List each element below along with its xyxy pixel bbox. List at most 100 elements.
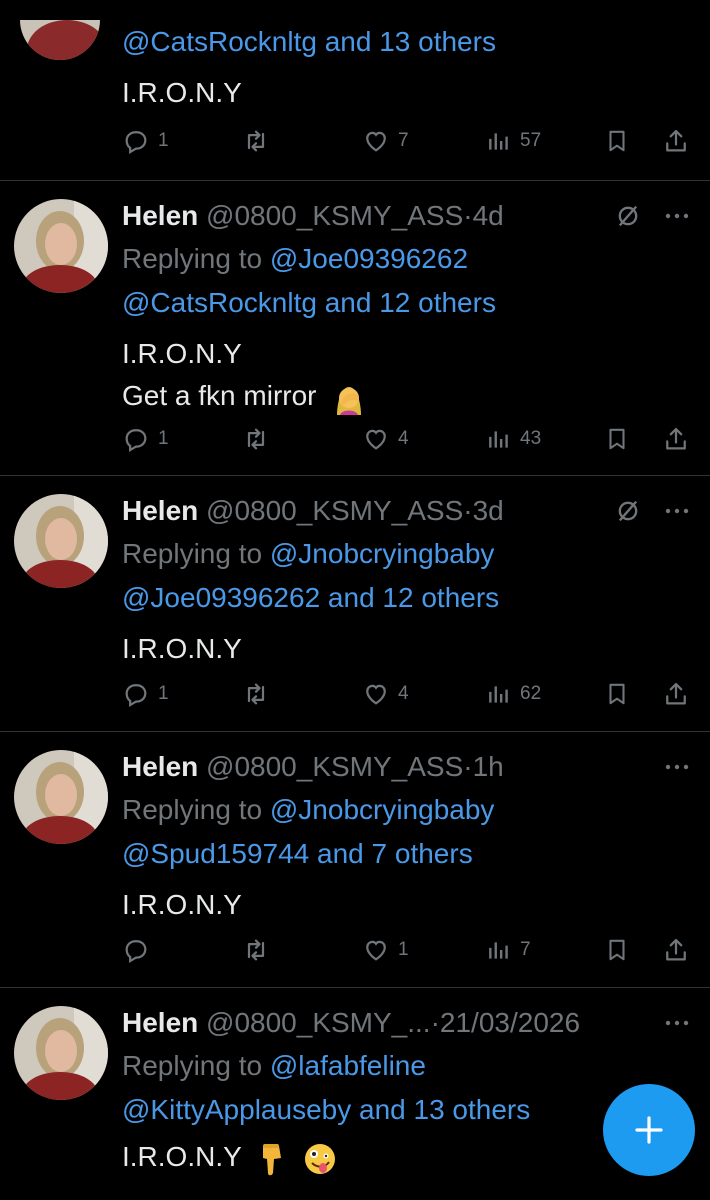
like-icon [366, 940, 386, 961]
like-count: 4 [398, 683, 409, 704]
grok-icon[interactable] [614, 497, 642, 525]
display-name[interactable]: Helen [122, 495, 198, 526]
avatar[interactable] [14, 494, 108, 588]
repost-button[interactable] [242, 674, 270, 714]
tweet-header: Helen @0800_KSMY_ASS·3d [122, 490, 690, 532]
share-button[interactable] [662, 930, 690, 970]
more-icon[interactable] [664, 212, 690, 220]
avatar[interactable] [14, 1006, 108, 1100]
tweet-text: I.R.O.N.Y [122, 77, 242, 108]
bookmark-button[interactable] [604, 419, 630, 459]
tweet-text: Get a fkn mirror [122, 380, 317, 411]
mention-link[interactable]: @CatsRocknltg [122, 287, 317, 318]
like-button[interactable]: 4 [362, 674, 409, 714]
avatar[interactable] [14, 199, 108, 293]
reply-count: 1 [158, 428, 169, 449]
bookmark-button[interactable] [604, 674, 630, 714]
reply-button[interactable]: 1 [122, 674, 169, 714]
display-name[interactable]: Helen [122, 200, 198, 231]
like-button[interactable]: 4 [362, 419, 409, 459]
others-link[interactable]: and 7 others [309, 838, 473, 869]
tweet-text: I.R.O.N.Y [122, 338, 242, 369]
views-button[interactable]: 62 [486, 674, 541, 714]
views-count: 57 [520, 130, 542, 151]
repost-button[interactable] [242, 930, 270, 970]
views-icon [489, 942, 508, 959]
others-link[interactable]: and 12 others [317, 287, 496, 318]
others-link[interactable]: and 12 others [320, 582, 499, 613]
mention-link[interactable]: @Joe09396262 [270, 243, 468, 274]
repost-button[interactable] [242, 121, 270, 161]
mention-link[interactable]: @KittyApplauseby [122, 1094, 351, 1125]
tweet[interactable]: @CatsRocknltg and 13 others I.R.O.N.Y 1 … [0, 0, 710, 180]
like-icon [366, 684, 386, 705]
reply-context: @CatsRocknltg and 12 others [122, 281, 690, 325]
mention-link[interactable]: @Jnobcryingbaby [270, 538, 495, 569]
tweet[interactable]: Helen @0800_KSMY_...·21/03/2026 Replying… [0, 987, 710, 1200]
mention-link[interactable]: @Joe09396262 [122, 582, 320, 613]
reply-context: Replying to @Jnobcryingbaby [122, 532, 690, 576]
user-handle[interactable]: @0800_KSMY_ASS [206, 495, 463, 526]
action-bar: 1 4 62 [122, 674, 692, 714]
share-icon [666, 129, 686, 152]
views-count: 43 [520, 428, 542, 449]
avatar[interactable] [20, 20, 100, 60]
views-button[interactable]: 57 [486, 121, 541, 161]
like-button[interactable]: 7 [362, 121, 409, 161]
reply-context: @CatsRocknltg and 13 others [122, 20, 690, 64]
like-count: 1 [398, 939, 409, 960]
views-icon [489, 431, 508, 448]
bookmark-button[interactable] [604, 121, 630, 161]
timestamp[interactable]: ·3d [463, 495, 503, 526]
tweet-header: Helen @0800_KSMY_...·21/03/2026 [122, 1002, 690, 1044]
more-icon[interactable] [664, 1019, 690, 1027]
tweet[interactable]: Helen @0800_KSMY_ASS·3d Replying to @Jno… [0, 475, 710, 731]
views-button[interactable]: 7 [486, 930, 531, 970]
share-button[interactable] [662, 674, 690, 714]
more-icon[interactable] [664, 507, 690, 515]
user-handle[interactable]: @0800_KSMY_... [206, 1007, 431, 1038]
mention-link[interactable]: @Jnobcryingbaby [270, 794, 495, 825]
like-icon [366, 131, 386, 152]
zany-face-emoji [304, 1143, 335, 1174]
reply-button[interactable] [122, 930, 158, 970]
reply-context: Replying to @Jnobcryingbaby [122, 788, 690, 832]
bookmark-button[interactable] [604, 930, 630, 970]
user-handle[interactable]: @0800_KSMY_ASS [206, 200, 463, 231]
tweet-text: I.R.O.N.Y [122, 633, 242, 664]
display-name[interactable]: Helen [122, 751, 198, 782]
reply-button[interactable]: 1 [122, 121, 169, 161]
bookmark-icon [609, 130, 625, 152]
tweet[interactable]: Helen @0800_KSMY_ASS·4d Replying to @Joe… [0, 180, 710, 475]
mention-link[interactable]: @lafabfeline [270, 1050, 426, 1081]
share-button[interactable] [662, 419, 690, 459]
action-bar: 1 4 43 [122, 419, 692, 459]
repost-icon [247, 428, 265, 450]
share-button[interactable] [662, 121, 690, 161]
user-handle[interactable]: @0800_KSMY_ASS [206, 751, 463, 782]
like-count: 4 [398, 428, 409, 449]
compose-plus-icon [635, 1116, 663, 1144]
timestamp[interactable]: ·1h [463, 751, 503, 782]
like-count: 7 [398, 130, 409, 151]
reply-count: 1 [158, 683, 169, 704]
timestamp[interactable]: ·21/03/2026 [431, 1007, 580, 1038]
mention-link[interactable]: @Spud159744 [122, 838, 309, 869]
compose-button[interactable] [603, 1084, 695, 1176]
views-button[interactable]: 43 [486, 419, 541, 459]
more-icon[interactable] [664, 763, 690, 771]
repost-button[interactable] [242, 419, 270, 459]
others-link[interactable]: and 13 others [351, 1094, 530, 1125]
reply-icon [125, 684, 147, 708]
avatar[interactable] [14, 750, 108, 844]
display-name[interactable]: Helen [122, 1007, 198, 1038]
tweet[interactable]: Helen @0800_KSMY_ASS·1h Replying to @Jno… [0, 731, 710, 987]
reply-button[interactable]: 1 [122, 419, 169, 459]
mention-link[interactable]: @CatsRocknltg and 13 others [122, 26, 496, 57]
views-count: 62 [520, 683, 542, 704]
grok-icon[interactable] [614, 202, 642, 230]
timestamp[interactable]: ·4d [463, 200, 503, 231]
tweet-header: Helen @0800_KSMY_ASS·4d [122, 195, 690, 237]
like-button[interactable]: 1 [362, 930, 409, 970]
bookmark-icon [609, 683, 625, 705]
